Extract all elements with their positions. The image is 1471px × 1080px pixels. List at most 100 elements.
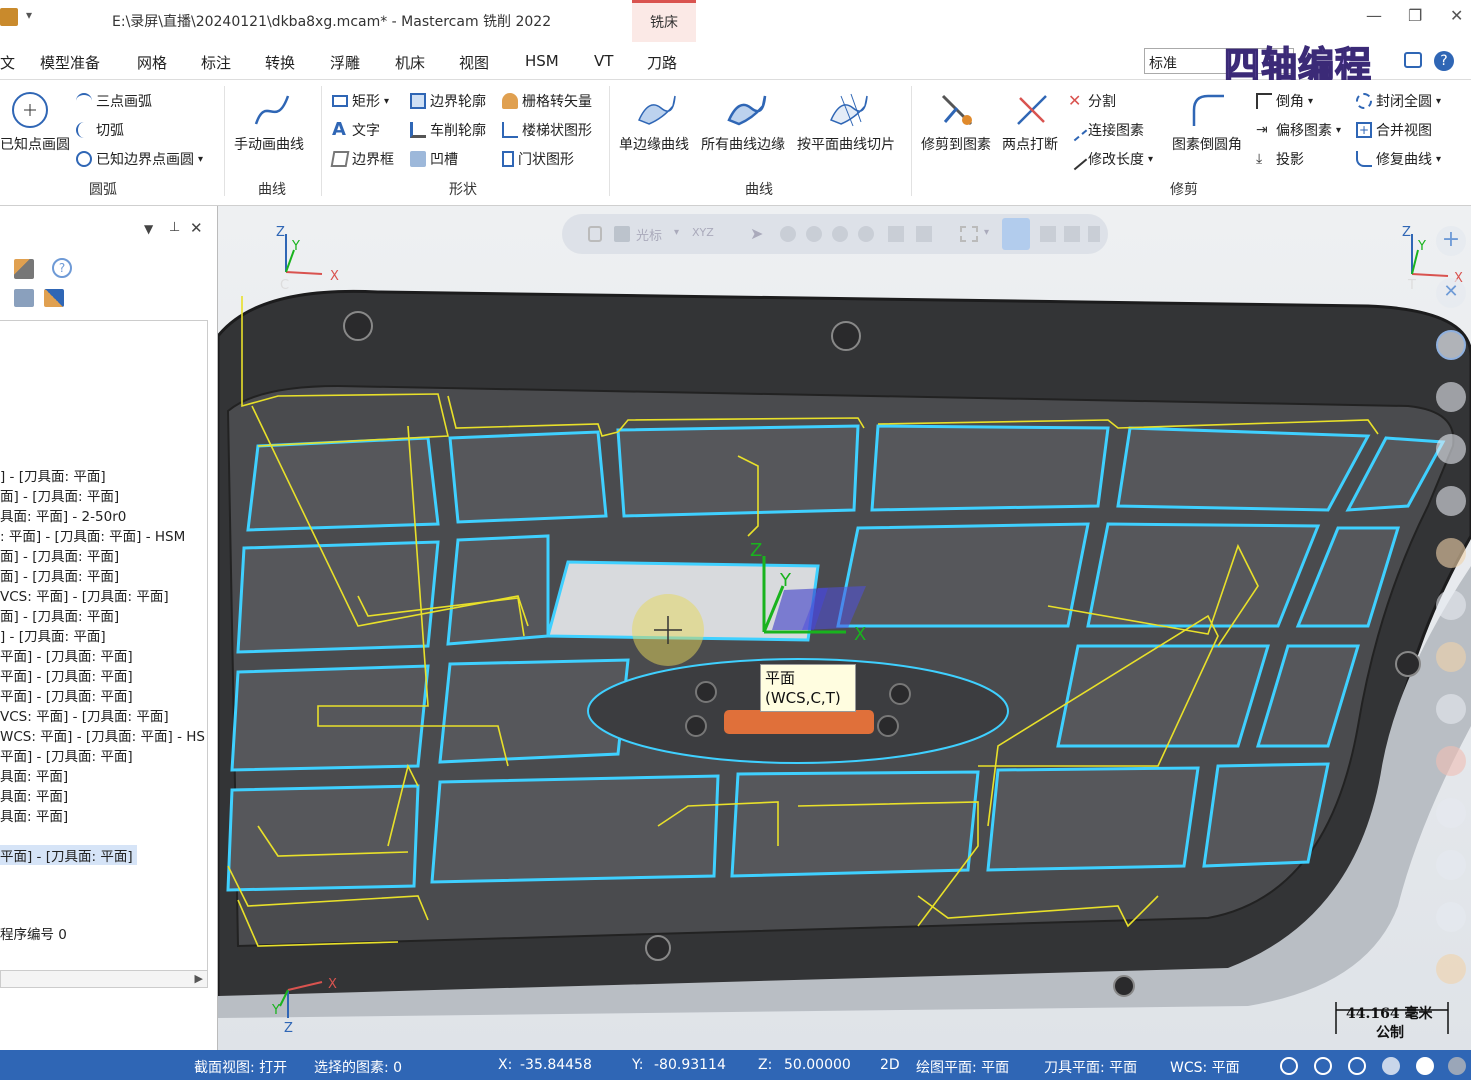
turn-profile-button[interactable]: 车削轮廓 bbox=[410, 120, 486, 140]
mode-2d-button[interactable]: 2D bbox=[880, 1057, 900, 1073]
zoom-out-icon[interactable]: ✕ bbox=[1436, 278, 1466, 308]
all-edge-curves-button[interactable]: 所有曲线边缘 bbox=[699, 86, 793, 166]
hide-icon[interactable] bbox=[1436, 798, 1466, 828]
project-button[interactable]: ⤓ 投影 bbox=[1256, 149, 1304, 169]
offset-entities-button[interactable]: ⇥ 偏移图素 ▾ bbox=[1256, 120, 1341, 140]
two-point-break-button[interactable]: 两点打断 bbox=[1000, 86, 1066, 166]
globe-icon[interactable] bbox=[1348, 1057, 1366, 1075]
tree-item[interactable]: 平面] - [刀具面: 平面] bbox=[0, 685, 133, 705]
sphere-icon[interactable] bbox=[1416, 1057, 1434, 1075]
fit-icon[interactable] bbox=[1436, 486, 1466, 516]
selection-mode-icon[interactable] bbox=[832, 226, 848, 242]
tree-item[interactable]: 面] - [刀具面: 平面] bbox=[0, 485, 119, 505]
graphics-viewport[interactable]: Z Y X Z Y X Z Y X Z Y X 光标 ▾ XYZ ➤ ▾ 平面 … bbox=[218, 206, 1471, 1050]
menu-vt[interactable]: VT bbox=[594, 52, 613, 70]
tree-item[interactable]: 具面: 平面] bbox=[0, 765, 68, 785]
grid-icon[interactable] bbox=[1436, 850, 1466, 880]
globe-icon[interactable] bbox=[1280, 1057, 1298, 1075]
menu-transform[interactable]: 转换 bbox=[265, 52, 295, 73]
circle-center-point-button[interactable]: 已知点画圆 bbox=[0, 86, 70, 166]
rectangle-button[interactable]: 矩形 ▾ bbox=[332, 91, 389, 111]
tree-item[interactable]: 具面: 平面] bbox=[0, 785, 68, 805]
panel-help-icon[interactable]: ? bbox=[52, 258, 72, 278]
tree-item[interactable]: : 平面] - [刀具面: 平面] - HSM bbox=[0, 525, 185, 545]
tree-item[interactable]: 平面] - [刀具面: 平面] bbox=[0, 745, 133, 765]
tree-item[interactable]: 具面: 平面] - 2-50r0 bbox=[0, 505, 126, 525]
section-view-status[interactable]: 截面视图: 打开 bbox=[194, 1057, 287, 1077]
pan-icon[interactable] bbox=[1436, 434, 1466, 464]
menu-machine[interactable]: 机床 bbox=[395, 52, 425, 73]
slice-by-plane-button[interactable]: 按平面曲线切片 bbox=[795, 86, 905, 166]
arc-3-point-button[interactable]: 三点画弧 bbox=[76, 91, 152, 111]
menu-toolpath[interactable]: 刀路 bbox=[647, 52, 677, 73]
app-logo-icon[interactable] bbox=[0, 8, 18, 26]
close-arc-button[interactable]: 封闭全圆 ▾ bbox=[1356, 91, 1441, 111]
join-entities-button[interactable]: 连接图素 bbox=[1064, 118, 1144, 142]
sim-icon[interactable] bbox=[14, 289, 34, 307]
raster-to-vector-button[interactable]: 栅格转矢量 bbox=[502, 91, 592, 111]
tree-item[interactable]: 平面] - [刀具面: 平面] bbox=[0, 665, 133, 685]
select-option-icon[interactable] bbox=[1040, 226, 1056, 242]
cursor-snap-icon[interactable] bbox=[614, 226, 630, 242]
select-option-icon[interactable] bbox=[1064, 226, 1080, 242]
tree-item[interactable]: WCS: 平面] - [刀具面: 平面] - HS bbox=[0, 725, 205, 745]
xyz-icon[interactable]: XYZ bbox=[692, 226, 714, 239]
stair-shape-button[interactable]: 楼梯状图形 bbox=[502, 120, 592, 140]
lock-icon[interactable] bbox=[588, 226, 602, 242]
manual-curve-button[interactable]: 手动画曲线 bbox=[232, 86, 316, 166]
globe-icon[interactable] bbox=[1314, 1057, 1332, 1075]
panel-menu-icon[interactable]: ▼ bbox=[144, 222, 153, 236]
view-cube-icon[interactable] bbox=[1436, 330, 1466, 360]
tplane-status[interactable]: 刀具平面: 平面 bbox=[1044, 1057, 1137, 1077]
selection-mode-icon[interactable] bbox=[858, 226, 874, 242]
tree-item[interactable]: VCS: 平面] - [刀具面: 平面] bbox=[0, 585, 169, 605]
fillet-entities-button[interactable]: 图素倒圆角 bbox=[1168, 86, 1250, 166]
tree-item[interactable]: VCS: 平面] - [刀具面: 平面] bbox=[0, 705, 169, 725]
menu-hsm[interactable]: HSM bbox=[525, 52, 559, 70]
render-icon[interactable] bbox=[1436, 642, 1466, 672]
tree-item[interactable]: 面] - [刀具面: 平面] bbox=[0, 605, 119, 625]
selection-mode-icon[interactable] bbox=[780, 226, 796, 242]
chamfer-button[interactable]: 倒角 ▾ bbox=[1256, 91, 1313, 111]
solid-select-icon[interactable] bbox=[888, 226, 904, 242]
menu-view[interactable]: 视图 bbox=[459, 52, 489, 73]
circle-edge-point-button[interactable]: 已知边界点画圆 ▾ bbox=[76, 149, 203, 169]
sphere-icon[interactable] bbox=[1382, 1057, 1400, 1075]
scroll-right-icon[interactable]: ▶ bbox=[195, 972, 203, 985]
menu-relief[interactable]: 浮雕 bbox=[330, 52, 360, 73]
cursor-snap-label[interactable]: 光标 bbox=[636, 225, 662, 244]
restore-icon[interactable]: ❐ bbox=[1408, 6, 1422, 25]
rotate-icon[interactable] bbox=[1436, 382, 1466, 412]
orient-icon[interactable] bbox=[1436, 538, 1466, 568]
tree-item[interactable]: ] - [刀具面: 平面] bbox=[0, 465, 106, 485]
panel-hscrollbar[interactable]: ▶ bbox=[0, 970, 208, 988]
groove-button[interactable]: 凹槽 bbox=[410, 149, 458, 169]
zoom-select-icon[interactable] bbox=[1002, 218, 1030, 250]
tree-item[interactable]: 面] - [刀具面: 平面] bbox=[0, 545, 119, 565]
modify-length-button[interactable]: 修改长度 ▾ bbox=[1064, 147, 1153, 171]
settings-icon[interactable] bbox=[1436, 954, 1466, 984]
divide-button[interactable]: ✕ 分割 bbox=[1068, 91, 1116, 111]
feedback-icon[interactable] bbox=[1404, 52, 1422, 68]
wire-icon[interactable] bbox=[1436, 746, 1466, 776]
dropdown-icon[interactable]: ▾ bbox=[984, 227, 989, 238]
menu-annotate[interactable]: 标注 bbox=[201, 52, 231, 73]
wcs-status[interactable]: WCS: 平面 bbox=[1170, 1057, 1240, 1077]
wand-icon[interactable] bbox=[14, 259, 34, 279]
door-shape-button[interactable]: 门状图形 bbox=[502, 149, 574, 169]
arrow-select-icon[interactable]: ➤ bbox=[750, 224, 763, 243]
layers-icon[interactable] bbox=[1436, 902, 1466, 932]
merge-views-button[interactable]: + 合并视图 bbox=[1356, 120, 1432, 140]
tree-item[interactable]: ] - [刀具面: 平面] bbox=[0, 625, 106, 645]
help-icon[interactable]: ? bbox=[1434, 51, 1454, 71]
trim-to-entities-button[interactable]: 修剪到图素 bbox=[919, 86, 999, 166]
window-select-icon[interactable] bbox=[960, 226, 978, 242]
menu-mesh[interactable]: 网格 bbox=[137, 52, 167, 73]
dropdown-icon[interactable]: ▾ bbox=[674, 227, 679, 238]
section-icon[interactable] bbox=[1436, 590, 1466, 620]
single-edge-curve-button[interactable]: 单边缘曲线 bbox=[617, 86, 697, 166]
boundary-profile-button[interactable]: 边界轮廓 bbox=[410, 91, 486, 111]
panel-pin-icon[interactable]: ⊥ bbox=[169, 220, 180, 235]
tree-item-selected[interactable]: 平面] - [刀具面: 平面] bbox=[0, 845, 137, 865]
tree-item[interactable]: 平面] - [刀具面: 平面] bbox=[0, 645, 133, 665]
